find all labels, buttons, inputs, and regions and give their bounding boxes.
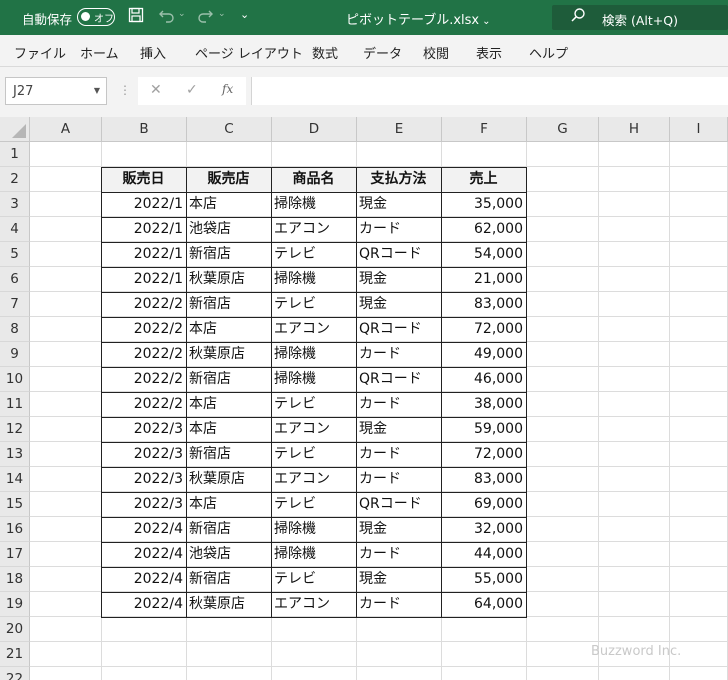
row-header-18[interactable]: 18 <box>0 567 30 592</box>
autosave-state: オフ <box>94 14 114 25</box>
gridline <box>30 666 728 667</box>
table-divider <box>101 392 527 393</box>
table-divider <box>101 217 527 218</box>
column-header-h[interactable]: H <box>599 117 670 142</box>
column-header-c[interactable]: C <box>187 117 272 142</box>
document-title[interactable]: ピボットテーブル.xlsx ⌄ <box>346 9 491 28</box>
table-divider <box>101 267 527 268</box>
autosave-toggle[interactable]: オフ <box>77 8 115 26</box>
file-name: ピボットテーブル.xlsx <box>346 13 480 28</box>
row-header-10[interactable]: 10 <box>0 367 30 392</box>
table-divider <box>101 492 527 493</box>
search-icon <box>570 7 586 27</box>
table-divider <box>101 517 527 518</box>
row-header-3[interactable]: 3 <box>0 192 30 217</box>
name-box[interactable]: J27 ▼ <box>5 77 107 105</box>
formula-bar: J27 ▼ ⋮ ✕ ✓ fx <box>0 67 728 117</box>
table-divider <box>101 567 527 568</box>
column-header-a[interactable]: A <box>30 117 102 142</box>
tab-review[interactable]: 校閲 <box>423 43 449 62</box>
chevron-down-icon: ⌄ <box>482 16 491 27</box>
name-box-dropdown-icon[interactable]: ▼ <box>94 86 100 95</box>
row-header-21[interactable]: 21 <box>0 642 30 667</box>
ribbon-tabs: ファイル ホーム 挿入 ページ レイアウト 数式 データ 校閲 表示 ヘルプ <box>0 35 728 67</box>
formula-bar-grip-icon[interactable]: ⋮ <box>119 83 131 97</box>
row-header-13[interactable]: 13 <box>0 442 30 467</box>
gridline <box>669 142 670 680</box>
row-header-9[interactable]: 9 <box>0 342 30 367</box>
table-divider <box>101 442 527 443</box>
select-all-triangle-icon <box>12 124 26 138</box>
tab-insert[interactable]: 挿入 <box>140 43 166 62</box>
title-bar: 自動保存 オフ ⌄ ⌄ ⌄ ピボットテーブル.xlsx ⌄ 検索 (Alt+Q) <box>0 0 728 35</box>
select-all-button[interactable] <box>0 117 30 142</box>
table-divider <box>101 417 527 418</box>
column-header-d[interactable]: D <box>272 117 357 142</box>
column-header-b[interactable]: B <box>102 117 187 142</box>
redo-dropdown-icon[interactable]: ⌄ <box>218 9 226 19</box>
table-divider <box>101 467 527 468</box>
table-divider <box>101 317 527 318</box>
column-header-g[interactable]: G <box>527 117 599 142</box>
row-header-11[interactable]: 11 <box>0 392 30 417</box>
tab-home[interactable]: ホーム <box>80 43 119 62</box>
row-header-20[interactable]: 20 <box>0 617 30 642</box>
undo-icon[interactable] <box>158 7 176 27</box>
insert-function-icon[interactable]: fx <box>222 82 233 96</box>
row-header-8[interactable]: 8 <box>0 317 30 342</box>
formula-buttons: ✕ ✓ fx <box>138 77 246 105</box>
table-divider <box>101 367 527 368</box>
row-header-15[interactable]: 15 <box>0 492 30 517</box>
tab-file[interactable]: ファイル <box>14 43 66 62</box>
formula-input[interactable] <box>251 77 728 105</box>
row-header-7[interactable]: 7 <box>0 292 30 317</box>
customize-toolbar-icon[interactable]: ⌄ <box>240 8 249 21</box>
table-divider <box>101 242 527 243</box>
table-divider <box>101 342 527 343</box>
cancel-icon[interactable]: ✕ <box>150 82 162 98</box>
tab-data[interactable]: データ <box>363 43 402 62</box>
autosave-label: 自動保存 <box>22 12 73 27</box>
row-header-2[interactable]: 2 <box>0 167 30 192</box>
watermark: Buzzword Inc. <box>591 644 682 659</box>
table-divider <box>101 592 527 593</box>
row-header-6[interactable]: 6 <box>0 267 30 292</box>
tab-help[interactable]: ヘルプ <box>529 43 568 62</box>
worksheet-grid[interactable]: A B C D E F G H I 1 2 3 4 5 6 7 8 9 10 11 12 13 14 15 16 17 18 19 20… <box>0 117 728 680</box>
table-divider <box>101 292 527 293</box>
undo-dropdown-icon[interactable]: ⌄ <box>178 9 186 19</box>
gridline <box>598 142 599 680</box>
row-header-1[interactable]: 1 <box>0 142 30 167</box>
tab-view[interactable]: 表示 <box>476 43 502 62</box>
column-header-f[interactable]: F <box>442 117 527 142</box>
row-header-5[interactable]: 5 <box>0 242 30 267</box>
row-header-14[interactable]: 14 <box>0 467 30 492</box>
toggle-knob <box>81 12 90 21</box>
enter-icon[interactable]: ✓ <box>186 82 198 98</box>
tab-formulas[interactable]: 数式 <box>312 43 338 62</box>
row-header-16[interactable]: 16 <box>0 517 30 542</box>
search-box[interactable]: 検索 (Alt+Q) <box>552 5 728 30</box>
row-header-4[interactable]: 4 <box>0 217 30 242</box>
save-icon[interactable] <box>128 7 144 27</box>
table-divider <box>101 542 527 543</box>
table-divider <box>101 192 527 193</box>
row-header-19[interactable]: 19 <box>0 592 30 617</box>
gridline <box>30 641 728 642</box>
search-label: 検索 (Alt+Q) <box>602 13 678 28</box>
row-header-12[interactable]: 12 <box>0 417 30 442</box>
column-header-i[interactable]: I <box>670 117 728 142</box>
redo-icon[interactable] <box>196 7 214 27</box>
name-box-value: J27 <box>13 84 34 99</box>
column-header-e[interactable]: E <box>357 117 442 142</box>
row-header-17[interactable]: 17 <box>0 542 30 567</box>
tab-page-layout[interactable]: ページ レイアウト <box>195 43 303 62</box>
row-header-22[interactable]: 22 <box>0 667 30 680</box>
